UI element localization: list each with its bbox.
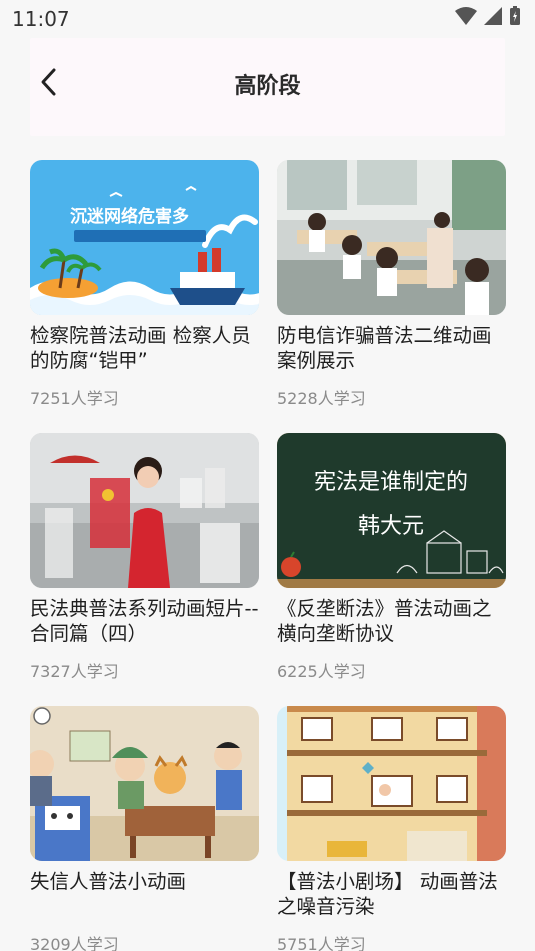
course-thumbnail[interactable] [30,433,259,588]
learner-count: 7251人学习 [30,389,119,408]
status-time: 11:07 [12,7,70,31]
wifi-icon [455,7,477,25]
learner-count: 6225人学习 [277,662,366,681]
course-thumbnail[interactable] [277,160,506,315]
course-title[interactable]: 失信人普法小动画 [30,869,259,919]
status-icons [455,6,521,26]
thumb-text-line1: 宪法是谁制定的 [314,470,468,495]
page-title: 高阶段 [234,74,301,99]
course-thumbnail[interactable] [277,706,506,861]
course-card[interactable]: 失信人普法小动画 3209人学习 [30,706,259,951]
battery-icon [510,6,520,25]
course-card[interactable]: 【普法小剧场】 动画普法之噪音污染 5751人学习 [277,706,506,951]
course-title[interactable]: 《反垄断法》普法动画之横向垄断协议 [277,596,506,646]
thumb-text: 沉迷网络危害多 [70,206,189,227]
learner-count: 7327人学习 [30,662,119,681]
thumb-text-line2: 韩大元 [358,514,424,539]
learner-count: 5751人学习 [277,935,366,951]
course-card[interactable]: 民法典普法系列动画短片--合同篇（四） 7327人学习 [30,433,259,682]
course-thumbnail[interactable]: 沉迷网络危害多 [30,160,259,315]
signal-icon [484,7,502,25]
course-title[interactable]: 【普法小剧场】 动画普法之噪音污染 [277,869,506,919]
learner-count: 3209人学习 [30,935,119,951]
course-title[interactable]: 民法典普法系列动画短片--合同篇（四） [30,596,259,646]
course-card[interactable]: 宪法是谁制定的 韩大元 《反垄断法》普法动画之横向垄断协议 6225人学习 [277,433,506,682]
learner-count: 5228人学习 [277,389,366,408]
status-bar: 11:07 [0,0,535,38]
course-thumbnail[interactable] [30,706,259,861]
app-header: 高阶段 [30,38,505,136]
course-title[interactable]: 防电信诈骗普法二维动画案例展示 [277,323,506,373]
course-card[interactable]: 防电信诈骗普法二维动画案例展示 5228人学习 [277,160,506,409]
course-title[interactable]: 检察院普法动画 检察人员的防腐“铠甲” [30,323,259,373]
course-thumbnail[interactable]: 宪法是谁制定的 韩大元 [277,433,506,588]
course-card[interactable]: 沉迷网络危害多 检察院普法动画 检察人员的防腐“铠甲” 7251人学习 [30,160,259,409]
